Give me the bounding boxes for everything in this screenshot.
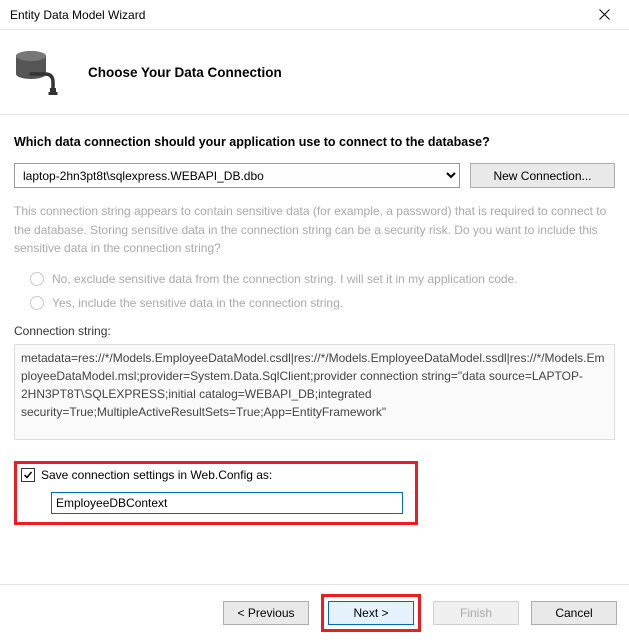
save-settings-highlight: Save connection settings in Web.Config a… [14, 461, 418, 525]
radio-icon [30, 296, 44, 310]
connection-string-box[interactable]: metadata=res://*/Models.EmployeeDataMode… [14, 344, 615, 440]
include-sensitive-label: Yes, include the sensitive data in the c… [52, 296, 343, 310]
window-title: Entity Data Model Wizard [10, 8, 581, 22]
connection-select[interactable]: laptop-2hn3pt8t\sqlexpress.WEBAPI_DB.dbo [14, 163, 460, 188]
previous-button[interactable]: < Previous [223, 601, 309, 625]
config-name-input[interactable] [51, 492, 403, 514]
radio-icon [30, 272, 44, 286]
database-icon [14, 44, 70, 100]
next-button-highlight: Next > [321, 594, 421, 632]
connection-string-label: Connection string: [14, 324, 615, 338]
close-button[interactable] [581, 0, 627, 30]
checkmark-icon [23, 470, 33, 480]
close-icon [599, 9, 610, 20]
finish-button: Finish [433, 601, 519, 625]
next-button[interactable]: Next > [328, 601, 414, 625]
exclude-sensitive-radio: No, exclude sensitive data from the conn… [30, 272, 615, 286]
sensitive-explain: This connection string appears to contai… [14, 202, 615, 258]
prompt-text: Which data connection should your applic… [14, 135, 615, 149]
save-settings-checkbox[interactable] [21, 468, 35, 482]
page-title: Choose Your Data Connection [88, 65, 282, 80]
new-connection-button[interactable]: New Connection... [470, 163, 615, 188]
save-settings-label: Save connection settings in Web.Config a… [41, 468, 272, 482]
include-sensitive-radio: Yes, include the sensitive data in the c… [30, 296, 615, 310]
cancel-button[interactable]: Cancel [531, 601, 617, 625]
exclude-sensitive-label: No, exclude sensitive data from the conn… [52, 272, 518, 286]
